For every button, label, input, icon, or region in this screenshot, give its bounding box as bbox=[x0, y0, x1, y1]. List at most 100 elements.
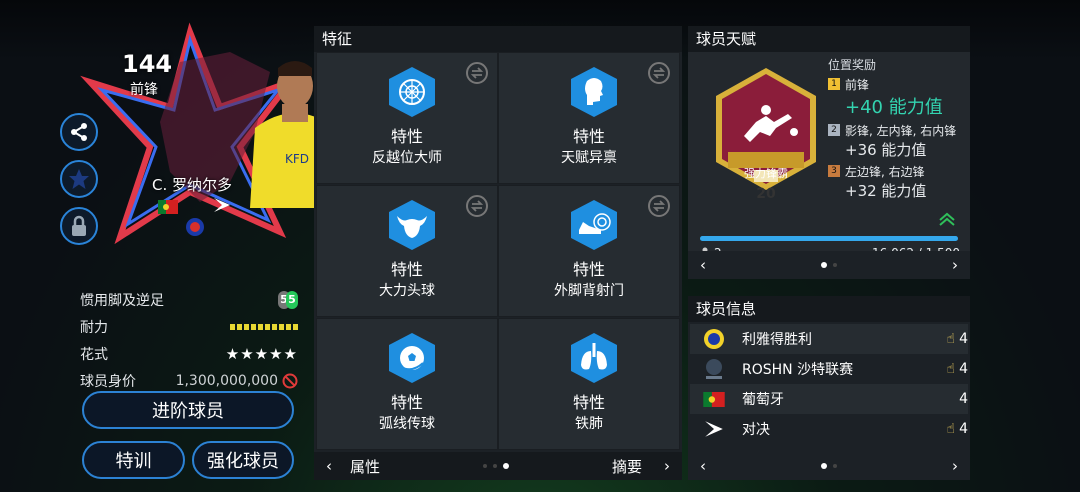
reward-rank: 2 bbox=[828, 124, 840, 136]
club-badge-icon bbox=[186, 218, 204, 236]
info-label: 利雅得胜利 bbox=[742, 332, 812, 348]
player-value: 1,300,000,000 bbox=[175, 372, 278, 389]
skill-stars: ★★★★★ bbox=[225, 344, 298, 363]
info-value: 4 bbox=[959, 331, 968, 347]
no-trade-icon bbox=[282, 373, 298, 388]
reward-row: 3 左边锋, 右边锋 +32 能力值 bbox=[828, 163, 956, 201]
hand-icon: ☝ bbox=[946, 361, 956, 377]
page-dots bbox=[821, 463, 837, 469]
traits-title: 特征 bbox=[314, 26, 682, 52]
ball-curve-icon bbox=[389, 333, 435, 383]
swap-icon[interactable] bbox=[465, 194, 489, 218]
skill-label: 花式 bbox=[80, 346, 108, 363]
value-row: 球员身价 1,300,000,000 bbox=[80, 367, 298, 394]
nav-next-icon[interactable]: › bbox=[952, 256, 958, 274]
trait-name: 外脚背射门 bbox=[554, 283, 624, 299]
trait-card[interactable]: 特性 铁肺 bbox=[498, 318, 680, 450]
hand-icon: ☝ bbox=[946, 421, 956, 437]
info-value: 4 bbox=[959, 421, 968, 437]
reward-rank: 1 bbox=[828, 78, 840, 90]
favorite-button[interactable] bbox=[60, 160, 98, 198]
lock-button[interactable] bbox=[60, 207, 98, 245]
value-label: 球员身价 bbox=[80, 373, 136, 390]
page-dots bbox=[483, 463, 509, 469]
traits-panel: 特征 特性 反越位大师 特性 天赋异禀 特性 大力头球 特性 外脚背射门 特性 … bbox=[314, 26, 682, 480]
info-row-league[interactable]: ROSHN 沙特联赛 ☝ 4 bbox=[690, 354, 968, 384]
info-nav: ‹ › bbox=[688, 452, 970, 480]
shoe-swirl-icon bbox=[571, 200, 617, 250]
rewards-title: 位置奖励 bbox=[828, 58, 877, 72]
trait-card[interactable]: 特性 大力头球 bbox=[316, 185, 498, 317]
stamina-row: 耐力 bbox=[80, 313, 298, 340]
training-button[interactable]: 特训 bbox=[82, 441, 185, 479]
star-icon bbox=[69, 169, 89, 189]
player-position: 前锋 bbox=[130, 82, 158, 98]
trait-card[interactable]: 特性 天赋异禀 bbox=[498, 52, 680, 184]
talent-panel: 球员天赋 强力锋霸 20 位置奖励 1 前锋 +40 能力值 2 影锋, 左内锋… bbox=[688, 26, 970, 279]
trait-type: 特性 bbox=[390, 393, 423, 412]
nav-left-label[interactable]: 属性 bbox=[350, 456, 380, 477]
portugal-flag-icon bbox=[158, 200, 178, 214]
trait-name: 天赋异禀 bbox=[561, 150, 617, 166]
trait-type: 特性 bbox=[572, 127, 605, 146]
reward-positions: 前锋 bbox=[845, 78, 870, 92]
trait-card[interactable]: 特性 弧线传球 bbox=[316, 318, 498, 450]
reward-rank: 3 bbox=[828, 165, 840, 177]
info-label: ROSHN 沙特联赛 bbox=[742, 362, 854, 378]
share-button[interactable] bbox=[60, 113, 98, 151]
trait-type: 特性 bbox=[390, 260, 423, 279]
traits-nav: ‹ 属性 摘要 › bbox=[314, 452, 682, 480]
trait-type: 特性 bbox=[390, 127, 423, 146]
info-label: 葡萄牙 bbox=[742, 392, 784, 408]
player-attributes: 惯用脚及逆足 5 5 耐力 花式 ★★★★★ 球员身价 1,300,000,00… bbox=[80, 286, 298, 394]
stamina-label: 耐力 bbox=[80, 319, 108, 336]
nav-next-icon[interactable]: › bbox=[952, 457, 958, 475]
svg-text:KFD: KFD bbox=[285, 152, 309, 166]
weak-foot-row: 惯用脚及逆足 5 5 bbox=[80, 286, 298, 313]
trait-name: 反越位大师 bbox=[372, 150, 442, 166]
enhance-player-button[interactable]: 强化球员 bbox=[192, 441, 294, 479]
portugal-flag-icon bbox=[703, 391, 725, 407]
reward-bonus: +36 能力值 bbox=[845, 141, 927, 159]
talent-body: 强力锋霸 20 位置奖励 1 前锋 +40 能力值 2 影锋, 左内锋, 右内锋… bbox=[688, 52, 970, 278]
vs-brand-icon bbox=[214, 198, 230, 212]
nav-prev-icon[interactable]: ‹ bbox=[326, 457, 332, 475]
al-nassr-logo-icon bbox=[704, 329, 724, 349]
info-row-club[interactable]: 利雅得胜利 ☝ 4 bbox=[690, 324, 968, 354]
bull-icon bbox=[389, 200, 435, 250]
nav-prev-icon[interactable]: ‹ bbox=[700, 256, 706, 274]
info-panel: 球员信息 利雅得胜利 ☝ 4 ROSHN 沙特联赛 ☝ 4 葡萄牙 4 对决 ☝ 4 … bbox=[688, 296, 970, 480]
hand-icon: ☝ bbox=[946, 331, 956, 347]
info-label: 对决 bbox=[742, 422, 770, 438]
skill-row: 花式 ★★★★★ bbox=[80, 340, 298, 367]
swap-icon[interactable] bbox=[647, 61, 671, 85]
position-rewards: 位置奖励 1 前锋 +40 能力值 2 影锋, 左内锋, 右内锋 +36 能力值… bbox=[828, 58, 956, 201]
talent-title: 球员天赋 bbox=[688, 26, 970, 52]
info-row-nation[interactable]: 葡萄牙 4 bbox=[690, 384, 968, 414]
trait-card[interactable]: 特性 外脚背射门 bbox=[498, 185, 680, 317]
reward-bonus: +32 能力值 bbox=[845, 182, 927, 200]
swap-icon[interactable] bbox=[465, 61, 489, 85]
reward-row: 1 前锋 +40 能力值 bbox=[828, 76, 956, 119]
reward-row: 2 影锋, 左内锋, 右内锋 +36 能力值 bbox=[828, 122, 956, 160]
talent-nav: ‹ › bbox=[688, 251, 970, 279]
lungs-icon bbox=[571, 333, 617, 383]
trait-name: 大力头球 bbox=[379, 283, 435, 299]
lock-icon bbox=[72, 215, 86, 236]
talent-progress bbox=[700, 236, 958, 241]
nav-prev-icon[interactable]: ‹ bbox=[700, 457, 706, 475]
player-card[interactable]: KFD bbox=[80, 22, 374, 247]
nav-next-icon[interactable]: › bbox=[664, 457, 670, 475]
nav-right-label[interactable]: 摘要 bbox=[612, 456, 642, 477]
share-icon bbox=[71, 123, 87, 141]
advance-player-button[interactable]: 进阶球员 bbox=[82, 391, 294, 429]
info-title: 球员信息 bbox=[688, 296, 970, 322]
player-rating: 144 bbox=[122, 50, 173, 78]
info-value: 4 bbox=[959, 361, 968, 377]
swap-icon[interactable] bbox=[647, 194, 671, 218]
web-icon bbox=[389, 67, 435, 117]
badge-name: 强力锋霸 bbox=[744, 167, 788, 180]
info-row-season[interactable]: 对决 ☝ 4 bbox=[690, 414, 968, 444]
info-value: 4 bbox=[959, 391, 968, 407]
trait-card[interactable]: 特性 反越位大师 bbox=[316, 52, 498, 184]
